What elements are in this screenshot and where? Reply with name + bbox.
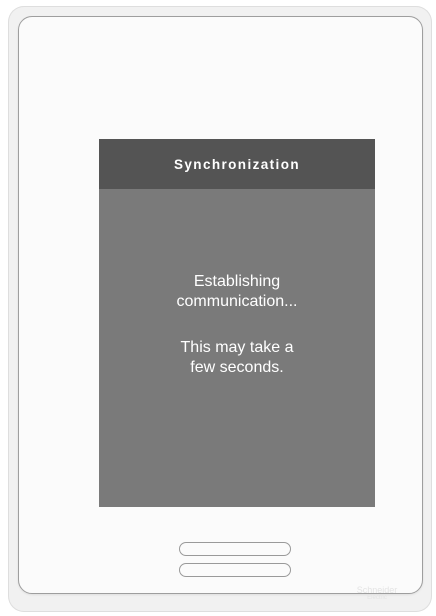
brand-name: Schneider [356, 585, 398, 595]
sensor-slot-top [179, 542, 291, 556]
display-screen: Synchronization Establishing communicati… [99, 139, 375, 507]
screen-title: Synchronization [173, 156, 300, 172]
device-bezel: Synchronization Establishing communicati… [18, 16, 423, 594]
message-line: Establishing [193, 273, 281, 290]
wait-message: This may take a few seconds. [99, 338, 375, 378]
establishing-message: Establishing communication... [99, 272, 375, 312]
screen-header: Synchronization [99, 139, 375, 189]
sensor-slot-bottom [179, 563, 291, 577]
message-line: few seconds. [190, 359, 284, 376]
message-line: This may take a [180, 339, 294, 356]
message-line: communication... [176, 293, 298, 310]
brand-sub: Electric [367, 595, 387, 601]
thermostat-device: Synchronization Establishing communicati… [8, 6, 432, 612]
brand-logo: Schneider Electric [345, 586, 409, 602]
device-canvas: Synchronization Establishing communicati… [0, 0, 436, 616]
